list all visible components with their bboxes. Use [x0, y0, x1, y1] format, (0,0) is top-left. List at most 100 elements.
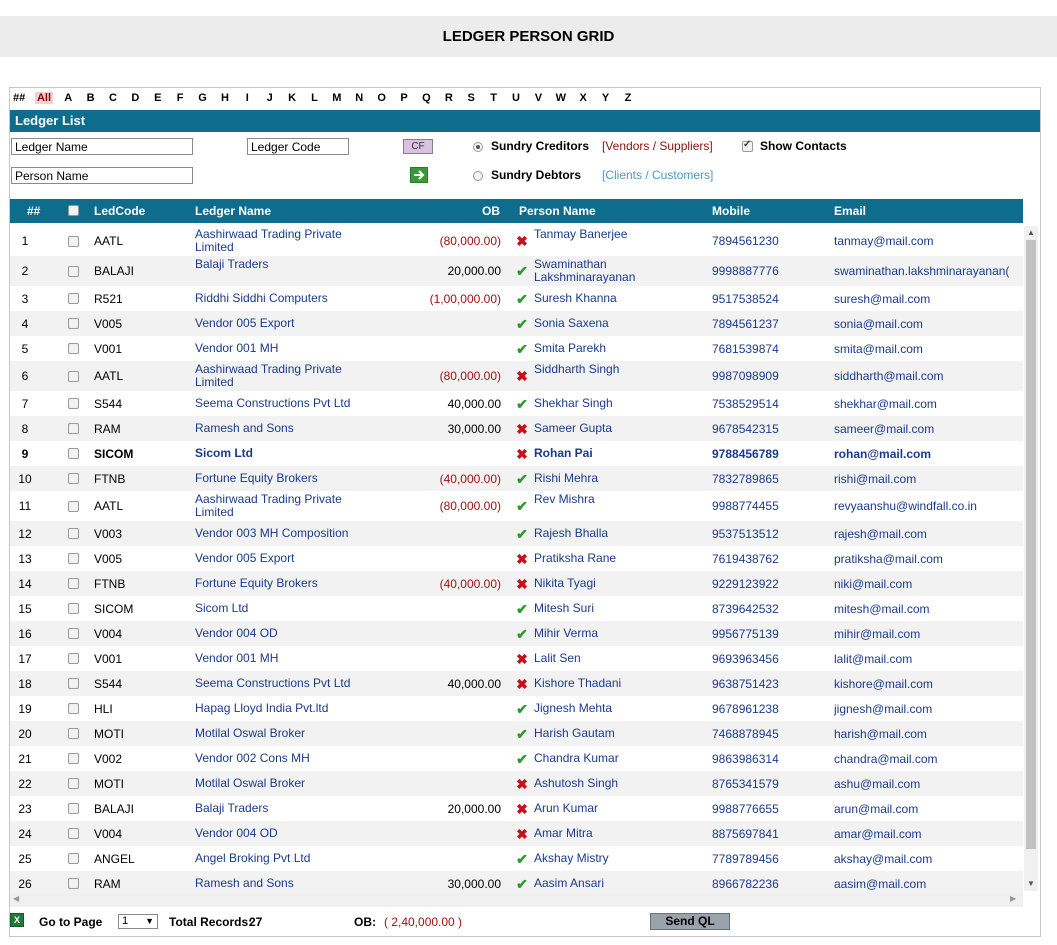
row-person-name[interactable]: Sonia Saxena [534, 317, 664, 330]
table-row[interactable]: 5 V001 Vendor 001 MH ✔ Smita Parekh 768153987… [10, 336, 1023, 361]
row-email[interactable]: ashu@mail.com [834, 777, 1009, 791]
sundry-creditors-radio[interactable] [473, 142, 483, 152]
scroll-right-icon[interactable]: ▶ [1010, 894, 1016, 903]
table-row[interactable]: 14 FTNB Fortune Equity Brokers (40,000.00) ✖… [10, 571, 1023, 596]
row-ledger-name[interactable]: Vendor 004 OD [195, 827, 370, 840]
row-person-name[interactable]: Ashutosh Singh [534, 777, 664, 790]
row-checkbox[interactable] [68, 528, 79, 539]
row-email[interactable]: siddharth@mail.com [834, 369, 1009, 383]
row-email[interactable]: shekhar@mail.com [834, 397, 1009, 411]
excel-export-icon[interactable]: X [10, 913, 24, 927]
row-email[interactable]: revyaanshu@windfall.co.in [834, 499, 1009, 513]
row-person-name[interactable]: Suresh Khanna [534, 292, 664, 305]
alpha-letter[interactable]: V [527, 92, 549, 104]
row-email[interactable]: aasim@mail.com [834, 877, 1009, 891]
table-row[interactable]: 6 AATL Aashirwaad Trading Private Limited (… [10, 361, 1023, 391]
row-checkbox[interactable] [68, 318, 79, 329]
table-row[interactable]: 22 MOTI Motilal Oswal Broker ✖ Ashutosh Sing… [10, 771, 1023, 796]
row-email[interactable]: mitesh@mail.com [834, 602, 1009, 616]
go-arrow-button[interactable] [410, 167, 428, 183]
row-person-name[interactable]: Rishi Mehra [534, 472, 664, 485]
table-row[interactable]: 9 SICOM Sicom Ltd ✖ Rohan Pai 9788456789 rohan… [10, 441, 1023, 466]
row-email[interactable]: rajesh@mail.com [834, 527, 1009, 541]
col-person-name[interactable]: Person Name [519, 199, 596, 223]
alpha-letter[interactable]: G [191, 92, 213, 104]
row-ledger-name[interactable]: Ramesh and Sons [195, 422, 370, 435]
row-checkbox[interactable] [68, 236, 79, 247]
table-row[interactable]: 16 V004 Vendor 004 OD ✔ Mihir Verma 995677513… [10, 621, 1023, 646]
row-person-name[interactable]: Tanmay Banerjee [534, 228, 664, 241]
row-person-name[interactable]: Pratiksha Rane [534, 552, 664, 565]
row-email[interactable]: sameer@mail.com [834, 422, 1009, 436]
row-person-name[interactable]: Mitesh Suri [534, 602, 664, 615]
table-row[interactable]: 13 V005 Vendor 005 Export ✖ Pratiksha Rane 76… [10, 546, 1023, 571]
row-person-name[interactable]: Mihir Verma [534, 627, 664, 640]
row-ledger-name[interactable]: Riddhi Siddhi Computers [195, 292, 370, 305]
row-ledger-name[interactable]: Seema Constructions Pvt Ltd [195, 397, 370, 410]
alpha-letter[interactable]: K [281, 92, 303, 104]
row-email[interactable]: pratiksha@mail.com [834, 552, 1009, 566]
row-person-name[interactable]: Akshay Mistry [534, 852, 664, 865]
show-contacts-checkbox[interactable] [742, 139, 753, 152]
row-person-name[interactable]: Lalit Sen [534, 652, 664, 665]
table-row[interactable]: 19 HLI Hapag Lloyd India Pvt.ltd ✔ Jignesh M… [10, 696, 1023, 721]
row-checkbox[interactable] [68, 293, 79, 304]
row-ledger-name[interactable]: Fortune Equity Brokers [195, 472, 370, 485]
row-email[interactable]: lalit@mail.com [834, 652, 1009, 666]
sundry-debtors-radio[interactable] [473, 171, 483, 181]
row-checkbox[interactable] [68, 778, 79, 789]
row-person-name[interactable]: Amar Mitra [534, 827, 664, 840]
row-email[interactable]: rohan@mail.com [834, 447, 1009, 461]
row-ledger-name[interactable]: Balaji Traders [195, 258, 370, 271]
row-email[interactable]: rishi@mail.com [834, 472, 1009, 486]
row-ledger-name[interactable]: Aashirwaad Trading Private Limited [195, 228, 370, 254]
row-email[interactable]: arun@mail.com [834, 802, 1009, 816]
row-email[interactable]: chandra@mail.com [834, 752, 1009, 766]
row-email[interactable]: amar@mail.com [834, 827, 1009, 841]
alpha-letter[interactable]: R [438, 92, 460, 104]
row-ledger-name[interactable]: Angel Broking Pvt Ltd [195, 852, 370, 865]
row-person-name[interactable]: Harish Gautam [534, 727, 664, 740]
row-email[interactable]: tanmay@mail.com [834, 234, 1009, 248]
row-person-name[interactable]: Rev Mishra [534, 493, 664, 506]
table-row[interactable]: 11 AATL Aashirwaad Trading Private Limited… [10, 491, 1023, 521]
row-checkbox[interactable] [68, 266, 79, 277]
ledger-code-input[interactable] [247, 138, 349, 155]
alpha-letter[interactable]: Q [415, 92, 437, 104]
row-ledger-name[interactable]: Sicom Ltd [195, 447, 370, 460]
scroll-thumb[interactable] [1026, 240, 1036, 849]
row-email[interactable]: harish@mail.com [834, 727, 1009, 741]
row-person-name[interactable]: Kishore Thadani [534, 677, 664, 690]
row-person-name[interactable]: Arun Kumar [534, 802, 664, 815]
alpha-letter[interactable]: S [460, 92, 482, 104]
alpha-letter[interactable]: J [259, 92, 281, 104]
ledger-name-input[interactable] [11, 138, 193, 155]
row-checkbox[interactable] [68, 878, 79, 889]
table-row[interactable]: 15 SICOM Sicom Ltd ✔ Mitesh Suri 8739642532 mi… [10, 596, 1023, 621]
table-row[interactable]: 24 V004 Vendor 004 OD ✖ Amar Mitra 8875697841… [10, 821, 1023, 846]
alpha-letter[interactable]: U [505, 92, 527, 104]
alpha-letter[interactable]: C [102, 92, 124, 104]
select-all-checkbox[interactable] [68, 205, 79, 216]
row-ledger-name[interactable]: Fortune Equity Brokers [195, 577, 370, 590]
row-email[interactable]: suresh@mail.com [834, 292, 1009, 306]
row-person-name[interactable]: Sameer Gupta [534, 422, 664, 435]
row-ledger-name[interactable]: Vendor 002 Cons MH [195, 752, 370, 765]
row-checkbox[interactable] [68, 828, 79, 839]
alpha-letter[interactable]: W [550, 92, 572, 104]
row-ledger-name[interactable]: Ramesh and Sons [195, 877, 370, 890]
row-ledger-name[interactable]: Vendor 005 Export [195, 552, 370, 565]
horizontal-scrollbar[interactable]: ◀ ▶ [10, 893, 1023, 907]
row-email[interactable]: sonia@mail.com [834, 317, 1009, 331]
table-row[interactable]: 3 R521 Riddhi Siddhi Computers (1,00,000.00… [10, 286, 1023, 311]
alpha-letter[interactable]: L [303, 92, 325, 104]
alpha-letter[interactable]: D [124, 92, 146, 104]
row-checkbox[interactable] [68, 578, 79, 589]
row-ledger-name[interactable]: Motilal Oswal Broker [195, 777, 370, 790]
table-row[interactable]: 12 V003 Vendor 003 MH Composition ✔ Rajesh B… [10, 521, 1023, 546]
alpha-letter[interactable]: N [348, 92, 370, 104]
row-email[interactable]: mihir@mail.com [834, 627, 1009, 641]
alpha-letter[interactable]: A [57, 92, 79, 104]
row-checkbox[interactable] [68, 603, 79, 614]
scroll-down-icon[interactable]: ▼ [1027, 879, 1035, 888]
